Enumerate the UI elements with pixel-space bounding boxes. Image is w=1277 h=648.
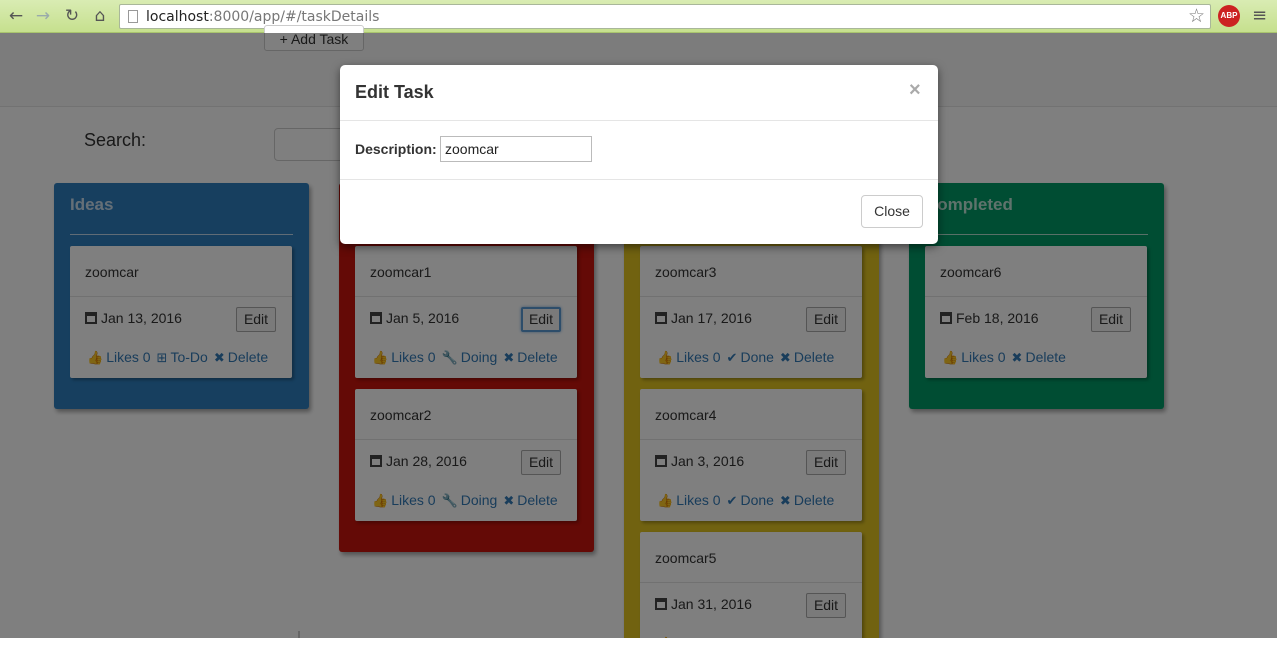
modal-divider (340, 120, 938, 121)
close-icon[interactable]: × (909, 79, 921, 102)
back-icon[interactable]: ← (5, 6, 27, 26)
modal-divider (340, 179, 938, 180)
edit-task-modal: Edit Task × Description: Close (340, 65, 938, 244)
menu-icon[interactable]: ≡ (1252, 6, 1270, 26)
reload-icon[interactable]: ↻ (61, 6, 83, 26)
window-bottom (0, 638, 1277, 648)
browser-toolbar: ← → ↻ ⌂ localhost:8000/app/#/taskDetails… (0, 0, 1277, 33)
url-text: localhost:8000/app/#/taskDetails (146, 9, 380, 25)
close-button[interactable]: Close (861, 195, 923, 228)
adblock-icon[interactable]: ABP (1218, 5, 1240, 27)
bookmark-star-icon[interactable]: ☆ (1188, 5, 1205, 27)
forward-icon[interactable]: → (32, 6, 54, 26)
home-icon[interactable]: ⌂ (89, 6, 111, 26)
page-icon (128, 10, 138, 23)
description-label: Description: (355, 141, 437, 157)
modal-title: Edit Task (355, 82, 434, 102)
description-input[interactable] (440, 136, 592, 162)
